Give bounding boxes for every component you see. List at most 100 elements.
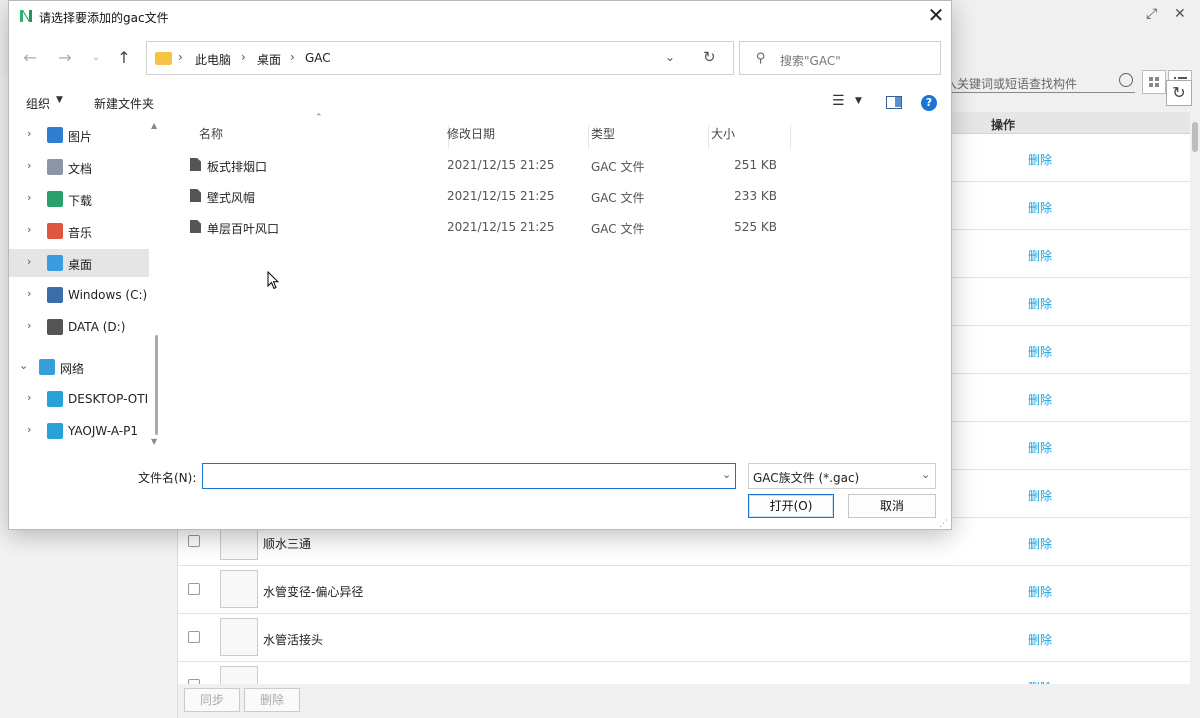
nav-tree-item[interactable]: › 桌面	[9, 249, 149, 277]
nav-tree-item[interactable]: › DESKTOP-OTI	[9, 385, 149, 413]
delete-link[interactable]: 删除	[1028, 535, 1052, 552]
breadcrumb-desktop[interactable]: 桌面	[257, 51, 281, 68]
resize-grip-icon[interactable]: ⋰	[939, 519, 948, 529]
nav-tree-item[interactable]: › 音乐	[9, 217, 149, 245]
column-header-date[interactable]: 修改日期	[447, 125, 589, 149]
close-dialog-button[interactable]: ✕	[924, 4, 948, 28]
column-header-operation: 操作	[990, 118, 1015, 132]
file-type-selected: GAC族文件 (*.gac)	[753, 471, 860, 485]
row-checkbox[interactable]	[188, 631, 200, 643]
chevron-down-icon[interactable]: ⌄	[722, 468, 731, 481]
scrollbar-thumb[interactable]	[155, 335, 158, 435]
delete-link[interactable]: 删除	[1028, 583, 1052, 600]
filename-input[interactable]	[207, 468, 707, 484]
delete-link[interactable]: 删除	[1028, 487, 1052, 504]
forward-arrow-icon[interactable]: →	[54, 47, 76, 69]
breadcrumb-separator-icon[interactable]: ›	[178, 50, 183, 64]
chevron-down-icon[interactable]: ⌄	[921, 468, 930, 481]
nav-tree-item[interactable]: › 下载	[9, 185, 149, 213]
back-arrow-icon[interactable]: ←	[19, 47, 41, 69]
column-header-type[interactable]: 类型	[591, 125, 709, 149]
scroll-up-icon[interactable]: ▲	[151, 121, 157, 130]
breadcrumb-separator-icon[interactable]: ›	[290, 50, 295, 64]
recent-locations-chevron-icon[interactable]: ⌄	[85, 47, 107, 69]
mouse-cursor-icon	[267, 271, 279, 290]
table-row[interactable]: 水管变径-偏心异径 删除	[178, 566, 1190, 614]
table-scrollbar[interactable]	[1190, 112, 1200, 684]
scroll-down-icon[interactable]: ▼	[151, 437, 157, 446]
sync-button[interactable]: 同步	[184, 688, 240, 712]
cancel-button[interactable]: 取消	[848, 494, 936, 518]
scrollbar-thumb[interactable]	[1192, 122, 1198, 152]
chevron-right-icon[interactable]: ›	[27, 287, 31, 300]
breadcrumb-this-pc[interactable]: 此电脑	[195, 51, 231, 68]
new-folder-button[interactable]: 新建文件夹	[94, 95, 154, 112]
component-name: 水管活接头	[263, 633, 324, 647]
preview-pane-icon[interactable]	[886, 96, 902, 109]
nav-tree-item[interactable]: › YAOJW-A-P1	[9, 417, 149, 445]
organize-menu-button[interactable]: 组织	[26, 95, 50, 112]
table-row[interactable]: 水管活接头 删除	[178, 614, 1190, 662]
nav-tree-item[interactable]: › 文档	[9, 153, 149, 181]
delete-link[interactable]: 删除	[1028, 199, 1052, 216]
help-icon[interactable]: ?	[921, 95, 937, 111]
delete-link[interactable]: 删除	[1028, 295, 1052, 312]
caret-down-icon[interactable]: ▼	[855, 96, 862, 106]
refresh-icon[interactable]: ↻	[1166, 80, 1192, 106]
caret-down-icon[interactable]: ▼	[56, 95, 63, 105]
chevron-right-icon[interactable]: ›	[27, 191, 31, 204]
column-header-size[interactable]: 大小	[711, 125, 791, 149]
navigation-row: ← → ⌄ ↑ › 此电脑 › 桌面 › GAC ⌄ ↻ ⚲ 搜索"GAC"	[9, 41, 951, 75]
footer-delete-button[interactable]: 删除	[244, 688, 300, 712]
breadcrumb-gac[interactable]: GAC	[305, 51, 331, 65]
nav-tree-item[interactable]: ⌄ 网络	[9, 353, 149, 381]
address-bar[interactable]: › 此电脑 › 桌面 › GAC ⌄ ↻	[146, 41, 734, 75]
nav-tree-item[interactable]: › 图片	[9, 121, 149, 149]
row-checkbox[interactable]	[188, 583, 200, 595]
drive-c-icon	[47, 287, 63, 303]
table-row[interactable]: 删除	[178, 662, 1190, 684]
chevron-down-icon[interactable]: ⌄	[19, 359, 28, 372]
refresh-icon[interactable]: ↻	[703, 48, 716, 66]
file-list: ⌃ 名称 修改日期 类型 大小 板式排烟口 2021/12/15 21:25 GAC…	[175, 113, 951, 449]
chevron-right-icon[interactable]: ›	[27, 127, 31, 140]
nav-tree-item[interactable]: › DATA (D:)	[9, 313, 149, 341]
up-arrow-icon[interactable]: ↑	[113, 47, 135, 69]
chevron-right-icon[interactable]: ›	[27, 319, 31, 332]
row-checkbox[interactable]	[188, 535, 200, 547]
chevron-right-icon[interactable]: ›	[27, 423, 31, 436]
file-date: 2021/12/15 21:25	[447, 189, 555, 203]
chevron-right-icon[interactable]: ›	[27, 223, 31, 236]
view-options-icon[interactable]: ☰	[832, 93, 845, 109]
delete-link[interactable]: 删除	[1028, 343, 1052, 360]
breadcrumb-separator-icon[interactable]: ›	[241, 50, 246, 64]
filename-field[interactable]: ⌄	[202, 463, 736, 489]
delete-link[interactable]: 删除	[1028, 391, 1052, 408]
delete-link[interactable]: 删除	[1028, 151, 1052, 168]
file-row[interactable]: 板式排烟口 2021/12/15 21:25 GAC 文件 251 KB	[175, 151, 795, 179]
delete-link[interactable]: 删除	[1028, 247, 1052, 264]
sort-ascending-icon: ⌃	[315, 113, 323, 123]
maximize-icon[interactable]: ⤢	[1146, 6, 1157, 22]
chevron-right-icon[interactable]: ›	[27, 159, 31, 172]
component-search-input[interactable]: 入关键词或短语查找构件	[945, 71, 1135, 93]
desktop-icon	[47, 255, 63, 271]
search-input[interactable]: ⚲ 搜索"GAC"	[739, 41, 941, 75]
delete-link[interactable]: 删除	[1028, 439, 1052, 456]
filename-label: 文件名(N):	[138, 471, 197, 485]
chevron-right-icon[interactable]: ›	[27, 391, 31, 404]
nav-tree-item[interactable]: › Windows (C:)	[9, 281, 149, 309]
address-history-chevron-icon[interactable]: ⌄	[665, 50, 675, 64]
file-row[interactable]: 单层百叶风口 2021/12/15 21:25 GAC 文件 525 KB	[175, 213, 795, 241]
file-type-select[interactable]: GAC族文件 (*.gac) ⌄	[748, 463, 936, 489]
open-button[interactable]: 打开(O)	[748, 494, 834, 518]
column-header-name[interactable]: 名称	[199, 125, 449, 149]
chevron-right-icon[interactable]: ›	[27, 255, 31, 268]
search-icon: ⚲	[756, 51, 766, 66]
folder-icon	[155, 52, 172, 65]
delete-link[interactable]: 删除	[1028, 631, 1052, 648]
search-icon[interactable]	[1119, 73, 1133, 87]
file-row[interactable]: 壁式风帽 2021/12/15 21:25 GAC 文件 233 KB	[175, 182, 795, 210]
grid-view-icon[interactable]	[1142, 70, 1166, 94]
close-icon[interactable]: ✕	[1174, 6, 1186, 22]
